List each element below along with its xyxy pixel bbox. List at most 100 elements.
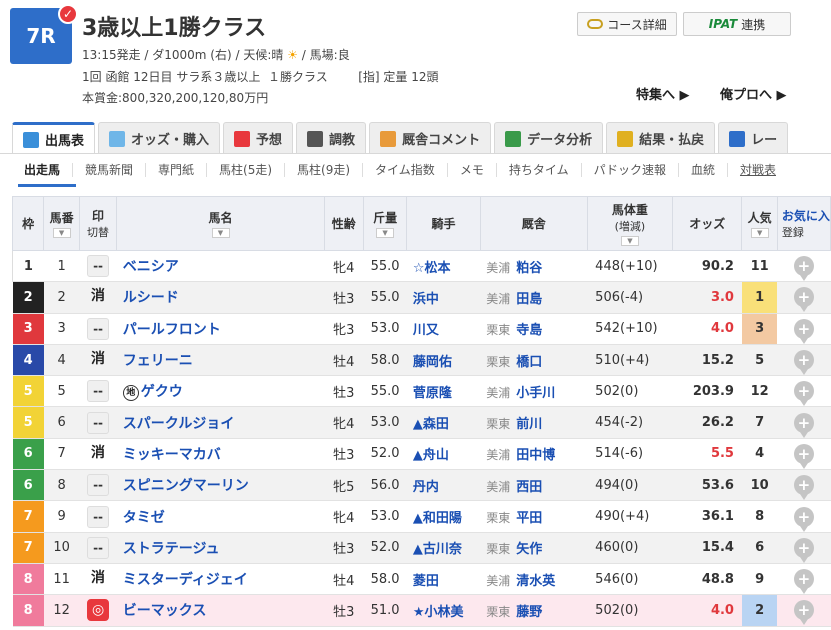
- add-favorite-icon[interactable]: +: [793, 600, 814, 626]
- horse-name-link[interactable]: ゲクウ: [141, 384, 183, 400]
- tab-1[interactable]: オッズ・購入: [98, 122, 221, 154]
- mark-selector[interactable]: --: [87, 255, 110, 278]
- stable-cell[interactable]: 美浦 田島: [480, 281, 588, 314]
- subnav-item-3[interactable]: 馬柱(5走): [207, 163, 286, 177]
- mark-cell[interactable]: --: [79, 250, 117, 283]
- subnav-item-8[interactable]: パドック速報: [582, 163, 679, 177]
- horse-cell[interactable]: スパークルジョイ: [116, 406, 325, 439]
- horse-name-link[interactable]: ビーマックス: [123, 603, 207, 619]
- jockey-cell[interactable]: 菅原隆: [406, 375, 481, 408]
- col-ninki[interactable]: 人気 ▼: [741, 196, 778, 251]
- subnav-item-2[interactable]: 専門紙: [146, 163, 208, 177]
- favorite-cell[interactable]: +: [777, 563, 831, 596]
- subnav-item-1[interactable]: 競馬新聞: [73, 163, 147, 177]
- add-favorite-icon[interactable]: +: [793, 350, 814, 376]
- mark-cell[interactable]: --: [79, 469, 117, 502]
- mark-selector[interactable]: ◎: [87, 599, 110, 622]
- ipat-link-button[interactable]: IPAT 連携: [683, 12, 791, 36]
- jockey-link[interactable]: ★小林美: [413, 605, 464, 620]
- subnav-item-5[interactable]: タイム指数: [363, 163, 448, 177]
- mark-cell[interactable]: 消: [79, 344, 117, 377]
- add-favorite-icon[interactable]: +: [793, 381, 814, 407]
- subnav-item-4[interactable]: 馬柱(9走): [285, 163, 364, 177]
- mark-cell[interactable]: 消: [79, 438, 117, 471]
- stable-cell[interactable]: 栗東 矢作: [480, 532, 588, 564]
- subnav-item-9[interactable]: 血統: [679, 163, 728, 177]
- stable-cell[interactable]: 美浦 清水英: [480, 563, 588, 596]
- add-favorite-icon[interactable]: +: [793, 256, 814, 282]
- mark-selector[interactable]: --: [87, 317, 110, 340]
- jockey-link[interactable]: ▲古川奈: [413, 542, 462, 557]
- mark-cell[interactable]: --: [79, 406, 117, 439]
- mark-selector[interactable]: 消: [87, 443, 109, 465]
- stable-cell[interactable]: 美浦 小手川: [480, 375, 588, 408]
- stable-cell[interactable]: 栗東 藤野: [480, 594, 588, 627]
- horse-name-link[interactable]: ルシード: [123, 290, 179, 306]
- col-mark[interactable]: 印切替: [78, 196, 118, 251]
- jockey-cell[interactable]: ▲古川奈: [406, 532, 481, 564]
- favorite-cell[interactable]: +: [777, 406, 831, 439]
- trainer-link[interactable]: 橋口: [516, 355, 542, 370]
- add-favorite-icon[interactable]: +: [793, 475, 814, 501]
- stable-cell[interactable]: 栗東 寺島: [480, 313, 588, 345]
- jockey-link[interactable]: 浜中: [413, 292, 439, 307]
- horse-cell[interactable]: ルシード: [116, 281, 325, 314]
- trainer-link[interactable]: 藤野: [516, 605, 542, 620]
- mark-cell[interactable]: --: [79, 500, 117, 533]
- favorite-cell[interactable]: +: [777, 438, 831, 471]
- jockey-cell[interactable]: ▲和田陽: [406, 500, 481, 533]
- favorite-cell[interactable]: +: [777, 313, 831, 345]
- add-favorite-icon[interactable]: +: [793, 537, 814, 563]
- horse-cell[interactable]: パールフロント: [116, 313, 325, 345]
- horse-name-link[interactable]: スピニングマーリン: [123, 478, 249, 494]
- mark-cell[interactable]: --: [79, 375, 117, 408]
- tab-2[interactable]: 予想: [223, 122, 294, 154]
- jockey-cell[interactable]: 菱田: [406, 563, 481, 596]
- sort-chevron-icon[interactable]: ▼: [750, 228, 769, 238]
- course-detail-button[interactable]: コース詳細: [577, 12, 677, 36]
- tab-7[interactable]: レー: [718, 122, 789, 154]
- horse-name-link[interactable]: ミスターディジェイ: [123, 572, 248, 588]
- mark-cell[interactable]: --: [79, 532, 117, 564]
- horse-cell[interactable]: 地ゲクウ: [116, 375, 325, 408]
- sort-chevron-icon[interactable]: ▼: [620, 236, 639, 246]
- jockey-link[interactable]: 丹内: [413, 480, 439, 495]
- col-kin[interactable]: 斤量 ▼: [362, 196, 408, 251]
- jockey-cell[interactable]: 川又: [406, 313, 481, 345]
- horse-cell[interactable]: フェリーニ: [116, 344, 325, 377]
- jockey-cell[interactable]: ★小林美: [406, 594, 481, 627]
- horse-cell[interactable]: タミゼ: [116, 500, 325, 533]
- jockey-link[interactable]: ▲和田陽: [413, 511, 462, 526]
- jockey-link[interactable]: 菱田: [413, 574, 439, 589]
- jockey-link[interactable]: ▲森田: [413, 417, 449, 432]
- horse-cell[interactable]: ストラテージュ: [116, 532, 325, 564]
- tab-3[interactable]: 調教: [296, 122, 367, 154]
- add-favorite-icon[interactable]: +: [793, 412, 814, 438]
- col-weight[interactable]: 馬体重 (増減) ▼: [586, 196, 674, 251]
- trainer-link[interactable]: 平田: [516, 511, 542, 526]
- trainer-link[interactable]: 田島: [516, 292, 542, 307]
- mark-selector[interactable]: 消: [87, 349, 109, 371]
- tab-5[interactable]: データ分析: [494, 122, 604, 154]
- horse-cell[interactable]: ミスターディジェイ: [116, 563, 325, 596]
- jockey-cell[interactable]: ▲舟山: [406, 438, 481, 471]
- add-favorite-icon[interactable]: +: [793, 287, 814, 313]
- mark-selector[interactable]: --: [87, 411, 110, 434]
- mark-selector[interactable]: --: [87, 505, 110, 528]
- horse-cell[interactable]: ビーマックス: [116, 594, 325, 627]
- jockey-link[interactable]: 川又: [413, 323, 439, 338]
- trainer-link[interactable]: 田中博: [516, 448, 555, 463]
- add-favorite-icon[interactable]: +: [793, 506, 814, 532]
- mark-cell[interactable]: 消: [79, 563, 117, 596]
- tab-6[interactable]: 結果・払戻: [606, 122, 716, 154]
- jockey-cell[interactable]: ☆松本: [406, 250, 481, 283]
- mark-selector[interactable]: 消: [87, 286, 109, 308]
- sort-chevron-icon[interactable]: ▼: [52, 228, 71, 238]
- subnav-item-10[interactable]: 対戦表: [728, 163, 788, 177]
- subnav-item-0[interactable]: 出走馬: [12, 163, 74, 177]
- stable-cell[interactable]: 栗東 前川: [480, 406, 588, 439]
- favorite-cell[interactable]: +: [777, 500, 831, 533]
- mark-cell[interactable]: 消: [79, 281, 117, 314]
- favorite-cell[interactable]: +: [777, 594, 831, 627]
- horse-name-link[interactable]: ベニシア: [123, 259, 179, 275]
